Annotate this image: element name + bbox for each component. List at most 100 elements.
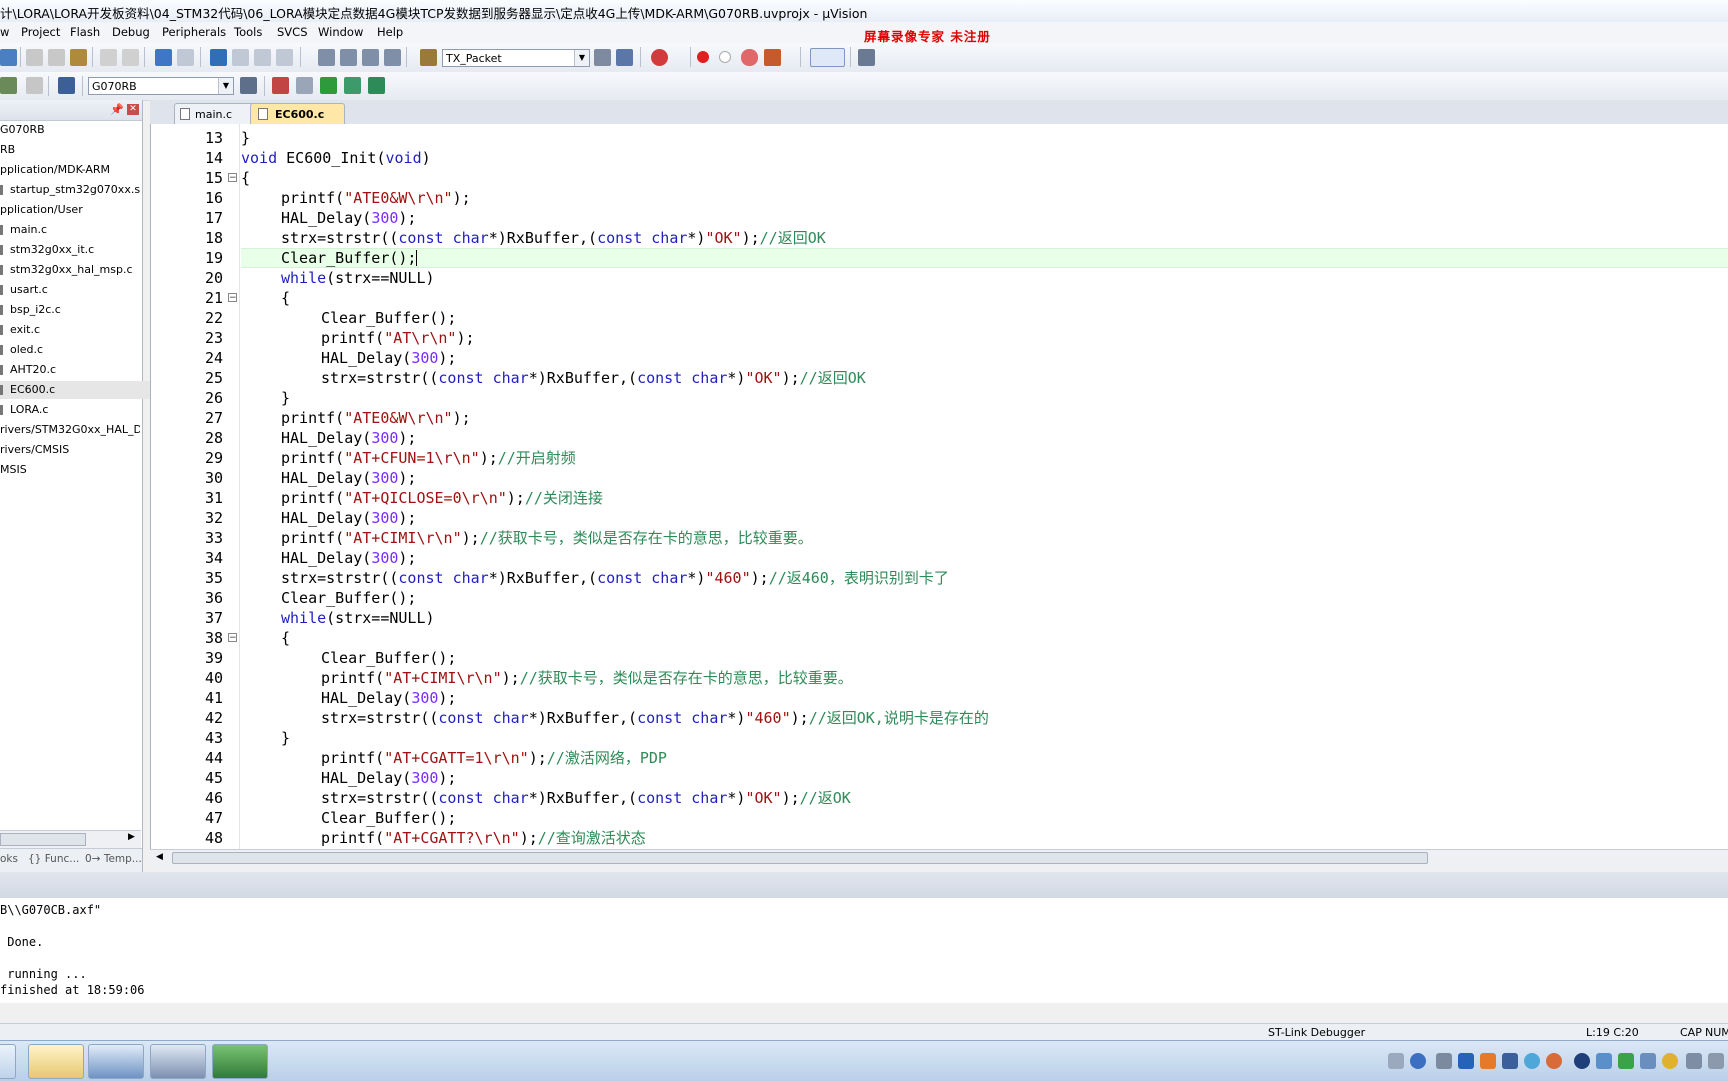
- code-line[interactable]: HAL_Delay(300);: [321, 688, 456, 708]
- tab-main-c[interactable]: main.c: [174, 103, 258, 124]
- code-line[interactable]: HAL_Delay(300);: [281, 208, 416, 228]
- volume-icon[interactable]: [1686, 1053, 1702, 1069]
- network-app-icon[interactable]: [1574, 1053, 1590, 1069]
- code-line[interactable]: printf("ATE0&W\r\n");: [281, 408, 471, 428]
- scroll-right-icon[interactable]: ▶: [128, 832, 135, 842]
- code-line[interactable]: {: [241, 168, 250, 188]
- lock-icon[interactable]: [1480, 1053, 1496, 1069]
- pin-icon[interactable]: 📌: [110, 103, 124, 116]
- breakpoint-icon[interactable]: [697, 51, 709, 63]
- tree-item[interactable]: MSIS: [0, 461, 140, 479]
- menu-help[interactable]: Help: [377, 25, 403, 39]
- panel-splitter[interactable]: [0, 872, 1728, 899]
- pack-installer-icon[interactable]: [320, 77, 337, 94]
- incremental-find-icon[interactable]: [616, 49, 633, 66]
- menu-window-partial[interactable]: w: [0, 25, 9, 39]
- code-line[interactable]: Clear_Buffer();: [321, 648, 456, 668]
- file-extensions-icon[interactable]: [296, 77, 313, 94]
- code-line[interactable]: while(strx==NULL): [281, 268, 435, 288]
- code-line[interactable]: while(strx==NULL): [281, 608, 435, 628]
- code-line[interactable]: strx=strstr((const char*)RxBuffer,(const…: [281, 568, 949, 588]
- comment-icon[interactable]: [362, 49, 379, 66]
- search-icon[interactable]: [1662, 1053, 1678, 1069]
- tree-item[interactable]: RB: [0, 141, 140, 159]
- disable-breakpoint-icon[interactable]: [719, 51, 731, 63]
- tray-more-icon[interactable]: [1708, 1053, 1724, 1069]
- fold-toggle-icon[interactable]: −: [228, 293, 237, 303]
- find-icon[interactable]: [594, 49, 611, 66]
- tree-item[interactable]: main.c: [0, 221, 150, 239]
- menu-flash[interactable]: Flash: [70, 25, 100, 39]
- code-line[interactable]: HAL_Delay(300);: [321, 768, 456, 788]
- code-line[interactable]: printf("AT\r\n");: [321, 328, 475, 348]
- tree-item[interactable]: EC600.c: [0, 381, 150, 399]
- code-line[interactable]: }: [281, 388, 290, 408]
- editor-app-icon[interactable]: [88, 1044, 144, 1079]
- find-combo[interactable]: TX_Packet ▼: [442, 49, 590, 67]
- menu-project[interactable]: Project: [21, 25, 60, 39]
- taskbar-app-partial[interactable]: [0, 1044, 16, 1079]
- tree-item[interactable]: exit.c: [0, 321, 150, 339]
- manage-components-icon[interactable]: [272, 77, 289, 94]
- undo-icon[interactable]: [100, 49, 117, 66]
- code-line[interactable]: void EC600_Init(void): [241, 148, 431, 168]
- code-line[interactable]: printf("AT+CIMI\r\n");//获取卡号，类似是否存在卡的意思，…: [321, 668, 853, 688]
- menu-debug[interactable]: Debug: [112, 25, 150, 39]
- code-line[interactable]: }: [281, 728, 290, 748]
- target-options-icon[interactable]: [240, 77, 257, 94]
- code-line[interactable]: }: [241, 128, 250, 148]
- code-line[interactable]: printf("AT+CGATT?\r\n");//查询激活状态: [321, 828, 646, 848]
- chevron-down-icon[interactable]: ▼: [574, 50, 589, 66]
- tree-item[interactable]: LORA.c: [0, 401, 150, 419]
- unindent-icon[interactable]: [340, 49, 357, 66]
- code-line[interactable]: printf("AT+CGATT=1\r\n");//激活网络，PDP: [321, 748, 667, 768]
- shield-icon[interactable]: [1618, 1053, 1634, 1069]
- rte-icon[interactable]: [368, 77, 385, 94]
- kill-breakpoints-icon[interactable]: [741, 49, 758, 66]
- code-line[interactable]: Clear_Buffer();: [281, 588, 416, 608]
- code-line[interactable]: printf("AT+CFUN=1\r\n");//开启射频: [281, 448, 576, 468]
- tab-books[interactable]: oks: [0, 853, 18, 865]
- debug-start-icon[interactable]: [651, 49, 668, 66]
- tree-item[interactable]: stm32g0xx_it.c: [0, 241, 150, 259]
- menu-tools[interactable]: Tools: [234, 25, 262, 39]
- tab-templates[interactable]: 0→ Temp...: [85, 853, 142, 865]
- prev-bookmark-icon[interactable]: [232, 49, 249, 66]
- chevron-down-icon[interactable]: ▼: [218, 78, 233, 94]
- tree-item[interactable]: pplication/User: [0, 201, 140, 219]
- fold-toggle-icon[interactable]: −: [228, 173, 237, 183]
- tab-functions[interactable]: {} Func...: [28, 853, 79, 865]
- code-line[interactable]: {: [281, 288, 290, 308]
- tree-item[interactable]: oled.c: [0, 341, 150, 359]
- menu-window[interactable]: Window: [318, 25, 363, 39]
- menu-peripherals[interactable]: Peripherals: [162, 25, 226, 39]
- copy-icon[interactable]: [48, 49, 65, 66]
- tree-item[interactable]: G070RB: [0, 121, 140, 139]
- tree-item[interactable]: rivers/CMSIS: [0, 441, 140, 459]
- cloud-icon[interactable]: [1524, 1053, 1540, 1069]
- project-hscrollbar[interactable]: ▶: [0, 830, 141, 848]
- editor-scroll-thumb[interactable]: [172, 852, 1428, 864]
- code-line[interactable]: Clear_Buffer();: [321, 808, 456, 828]
- next-bookmark-icon[interactable]: [254, 49, 271, 66]
- tree-item[interactable]: AHT20.c: [0, 361, 150, 379]
- code-line[interactable]: Clear_Buffer();: [281, 248, 416, 268]
- tree-item[interactable]: stm32g0xx_hal_msp.c: [0, 261, 150, 279]
- tree-item[interactable]: pplication/MDK-ARM: [0, 161, 140, 179]
- code-line[interactable]: HAL_Delay(300);: [281, 508, 416, 528]
- code-line[interactable]: printf("ATE0&W\r\n");: [281, 188, 471, 208]
- fold-toggle-icon[interactable]: −: [228, 633, 237, 643]
- code-line[interactable]: strx=strstr((const char*)RxBuffer,(const…: [321, 708, 989, 728]
- code-line[interactable]: printf("AT+QICLOSE=0\r\n");//关闭连接: [281, 488, 603, 508]
- close-icon[interactable]: ✕: [127, 104, 139, 115]
- usb-icon[interactable]: [1596, 1053, 1612, 1069]
- code-line[interactable]: strx=strstr((const char*)RxBuffer,(const…: [321, 368, 866, 388]
- code-line[interactable]: strx=strstr((const char*)RxBuffer,(const…: [281, 228, 826, 248]
- update-icon[interactable]: [1546, 1053, 1562, 1069]
- save-all-icon[interactable]: [0, 49, 17, 66]
- code-line[interactable]: Clear_Buffer();: [321, 308, 456, 328]
- tab-ec600-c[interactable]: EC600.c: [250, 103, 345, 124]
- indent-icon[interactable]: [318, 49, 335, 66]
- tree-item[interactable]: bsp_i2c.c: [0, 301, 150, 319]
- code-line[interactable]: HAL_Delay(300);: [321, 348, 456, 368]
